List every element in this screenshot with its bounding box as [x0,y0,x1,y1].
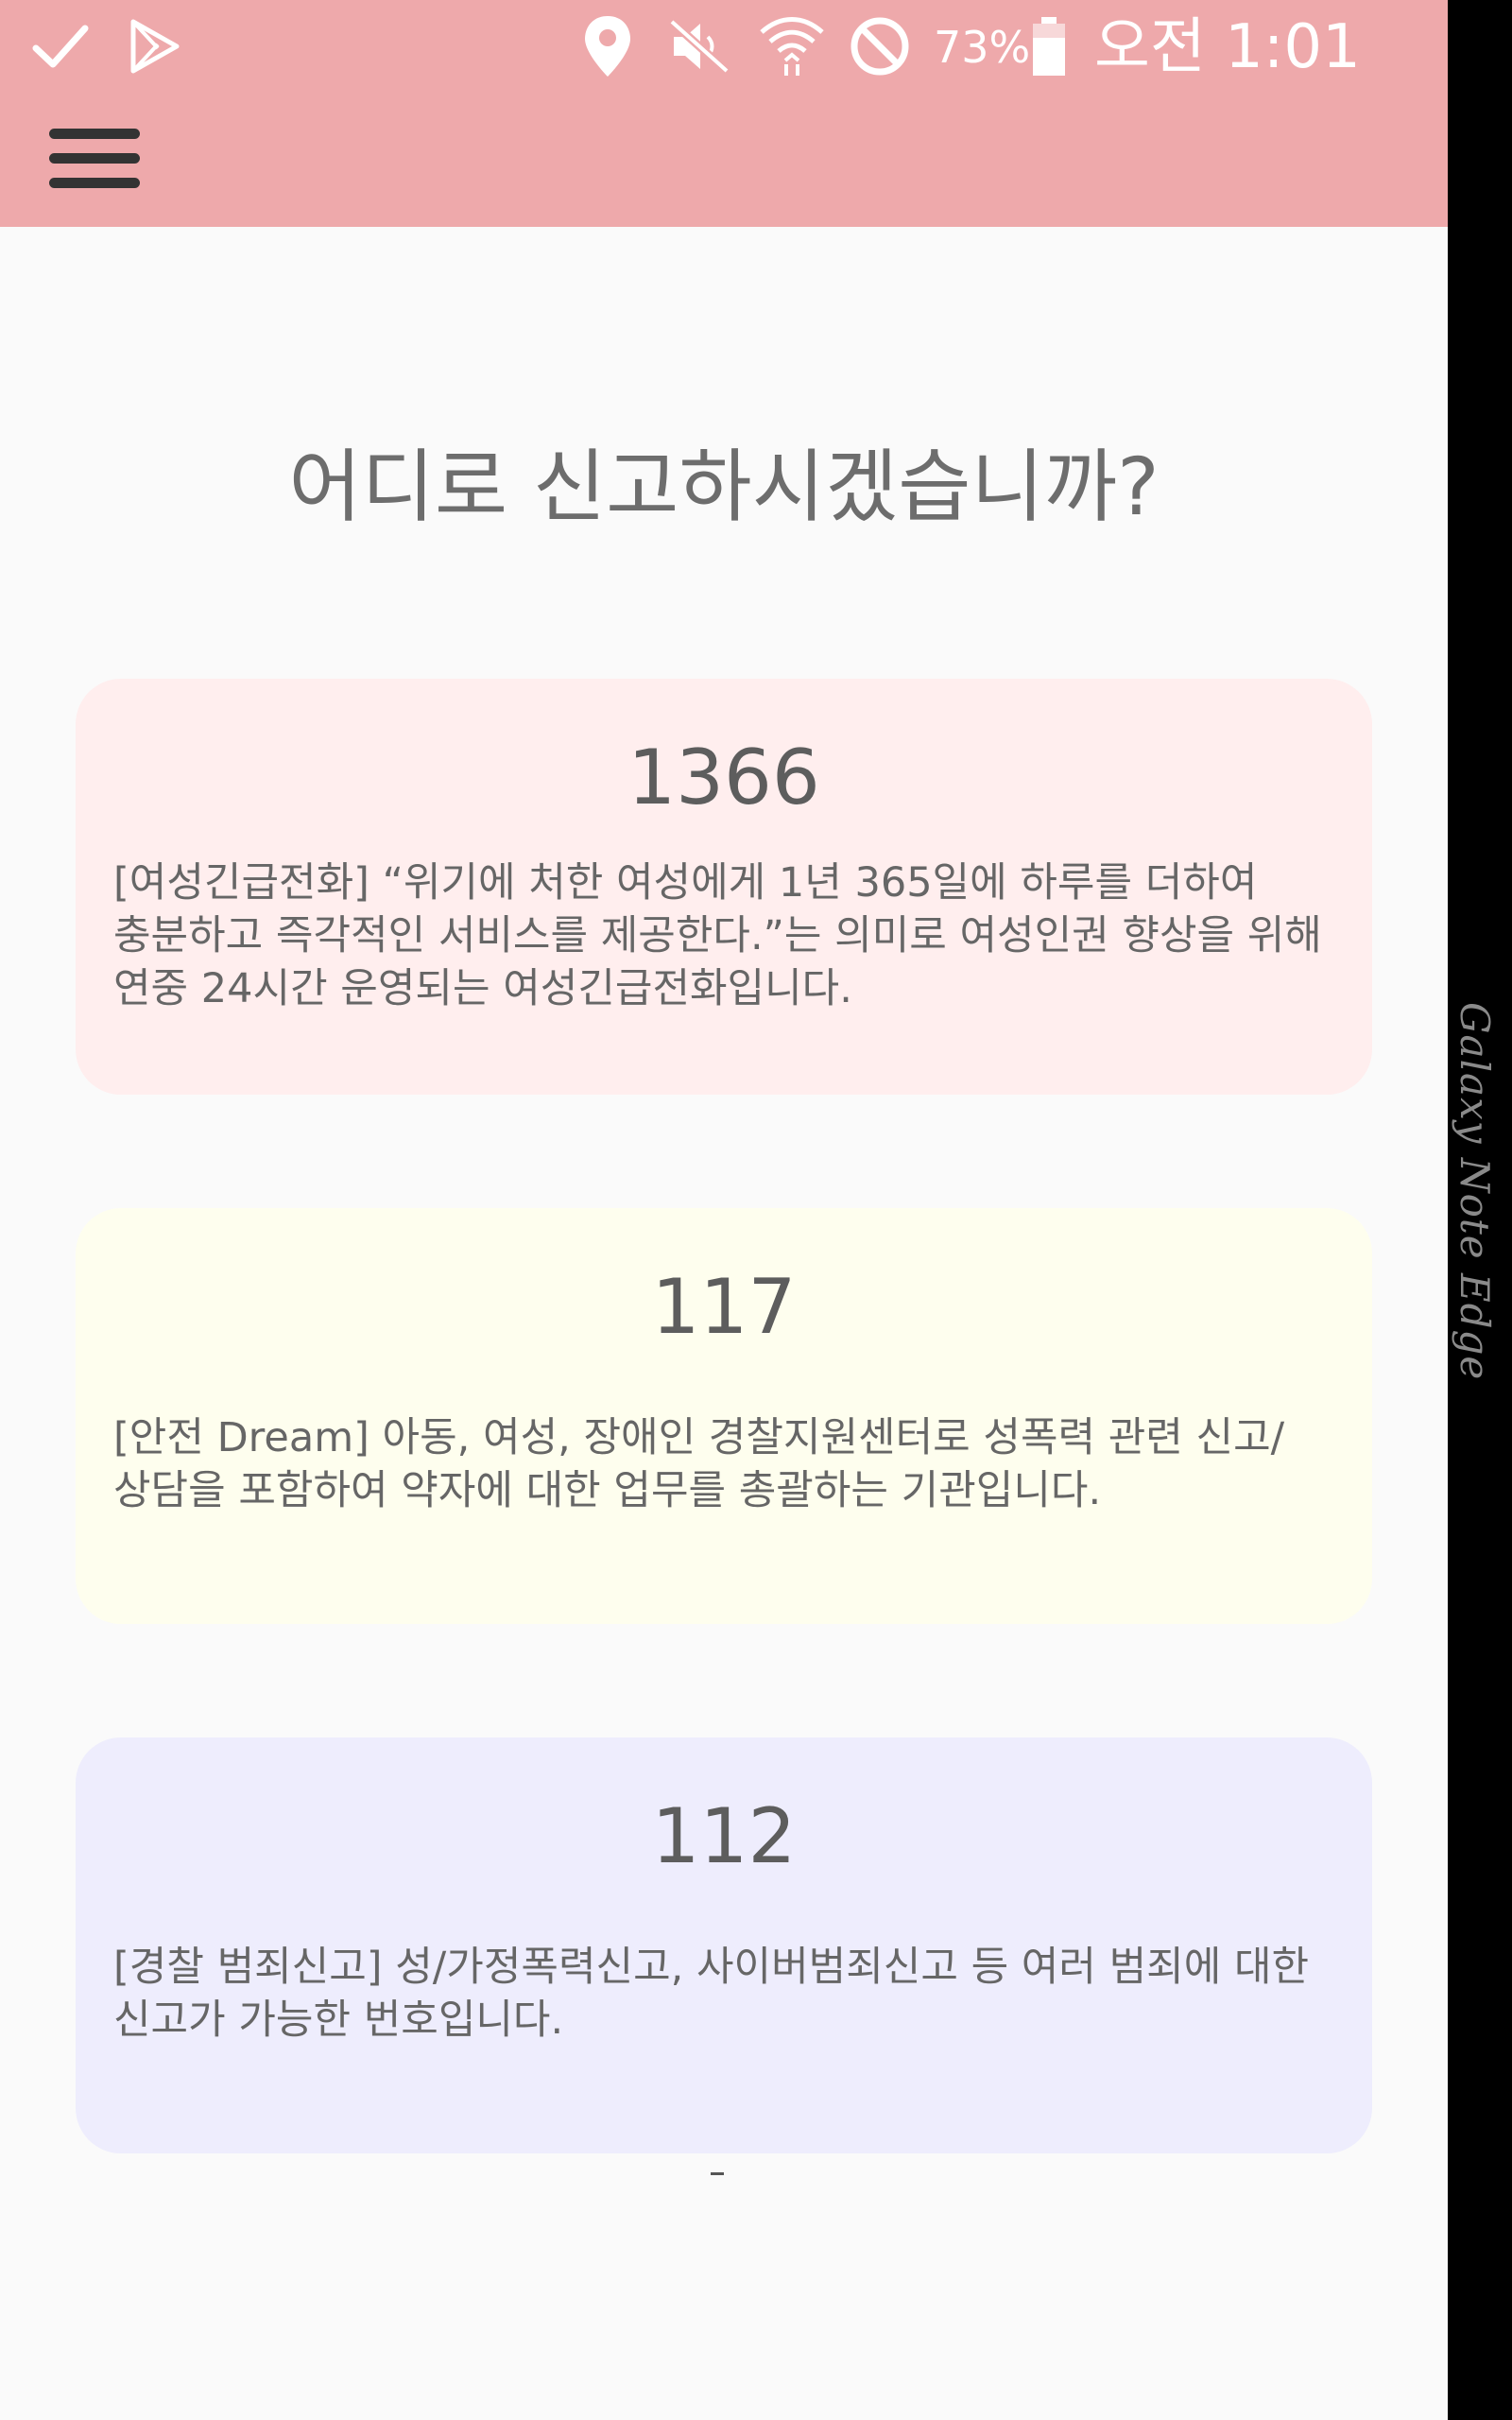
hotline-description: [경찰 범죄신고] 성/가정폭력신고, 사이버범죄신고 등 여러 범죄에 대한 … [113,1944,1310,2044]
play-store-icon [123,13,185,79]
hotline-number: 117 [651,1263,797,1351]
check-icon [26,13,94,79]
wifi-icon [756,13,828,79]
app-bar: 73% 오전 1:01 [0,0,1448,227]
battery-percent: 73% [934,22,1031,73]
battery-icon [1028,13,1070,79]
hotline-number: 1366 [627,734,820,821]
location-icon [576,13,639,79]
hotline-description: [안전 Dream] 아동, 여성, 장애인 경찰지원센터로 성폭력 관련 신고… [113,1414,1285,1514]
clock: 오전 1:01 [1094,12,1361,82]
hotline-description: [여성긴급전화] “위기에 처한 여성에게 1년 365일에 하루를 더하여 충… [113,859,1322,1012]
mute-icon [666,13,732,79]
menu-button[interactable] [28,113,161,208]
hotline-card-117[interactable]: 117 [안전 Dream] 아동, 여성, 장애인 경찰지원센터로 성폭력 관… [76,1208,1372,1624]
page-title: 어디로 신고하시겠습니까? [288,441,1160,533]
app-screen: 73% 오전 1:01 어디로 신고하시겠습니까? 1366 [여성긴급전화] … [0,0,1448,2420]
do-not-disturb-icon [846,13,914,79]
scroll-indicator [711,2172,724,2175]
status-bar: 73% 오전 1:01 [0,0,1448,95]
hotline-number: 112 [651,1792,797,1880]
hotline-card-112[interactable]: 112 [경찰 범죄신고] 성/가정폭력신고, 사이버범죄신고 등 여러 범죄에… [76,1737,1372,2153]
hamburger-menu-icon [47,125,142,197]
hotline-card-1366[interactable]: 1366 [여성긴급전화] “위기에 처한 여성에게 1년 365일에 하루를 … [76,679,1372,1095]
device-edge-label: Galaxy Note Edge [1452,1002,1498,1381]
